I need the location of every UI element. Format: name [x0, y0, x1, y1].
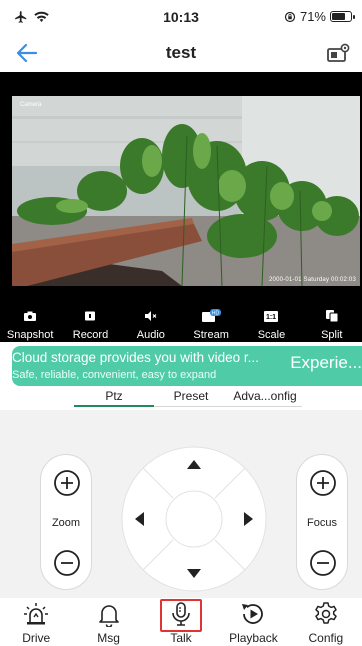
battery-icon [330, 11, 355, 22]
audio-label: Audio [136, 329, 165, 341]
stream-quality-icon: HD [202, 309, 222, 322]
zoom-label: Zoom [51, 517, 81, 529]
bottom-tab-msg[interactable]: Msg [72, 598, 144, 646]
bottom-nav: Drive Msg Talk Playback Config [0, 598, 362, 646]
split-screen-icon [325, 310, 338, 322]
battery-fill [332, 13, 345, 20]
camera-icon [24, 311, 37, 321]
stream-badge: HD [212, 311, 220, 317]
cloud-storage-banner[interactable]: Cloud storage provides you with video r.… [12, 346, 362, 386]
tab-ptz[interactable]: Ptz [74, 389, 154, 403]
zoom-control: Zoom [40, 454, 92, 590]
bottom-tab-playback-label: Playback [229, 631, 278, 645]
osd-timestamp: 2000-01-01 Saturday 00:02:03 [269, 277, 356, 283]
status-right: 71% [284, 9, 355, 24]
status-bar: 10:13 71% [0, 0, 362, 34]
camera-feed[interactable]: Camera 2000-01-01 Saturday 00:02:03 [12, 96, 360, 286]
video-toolbar: Snapshot Record Audio HD Stream 1:1 Scal… [0, 304, 362, 342]
snapshot-button[interactable]: Snapshot [0, 304, 60, 342]
zoom-out-button[interactable] [53, 549, 81, 577]
stream-label: Stream [193, 329, 229, 341]
bottom-tab-playback[interactable]: Playback [217, 598, 289, 646]
ptz-panel: Zoom Focus [0, 410, 362, 598]
alarm-light-icon [24, 603, 49, 625]
active-tab-indicator [74, 405, 154, 407]
bottom-tab-config-label: Config [308, 631, 344, 645]
zoom-in-button[interactable] [53, 469, 81, 497]
bottom-tab-talk-label: Talk [170, 631, 192, 645]
scale-button[interactable]: 1:1 Scale [241, 304, 301, 342]
rotation-lock-icon [284, 11, 296, 22]
camera-scene [12, 96, 360, 286]
audio-button[interactable]: Audio [121, 304, 181, 342]
cloud-banner-title: Cloud storage provides you with video r.… [12, 350, 259, 365]
ptz-center-button[interactable] [165, 490, 223, 548]
bottom-tab-config[interactable]: Config [290, 598, 362, 646]
ptz-direction-pad [121, 446, 267, 592]
talk-highlight-box [160, 599, 203, 632]
bottom-tab-drive-label: Drive [22, 631, 51, 645]
scale-icon: 1:1 [264, 310, 279, 322]
stream-button[interactable]: HD Stream [181, 304, 241, 342]
video-player[interactable]: Camera 2000-01-01 Saturday 00:02:03 [0, 72, 362, 304]
tab-divider [154, 406, 302, 407]
nav-bar: test [0, 34, 362, 72]
bottom-tab-msg-label: Msg [97, 631, 120, 645]
video-record-icon [85, 311, 96, 321]
control-tabs: Ptz Preset Adva...onfig [74, 389, 302, 409]
focus-label: Focus [307, 517, 337, 529]
cloud-experience-button[interactable]: Experie... [290, 353, 362, 373]
record-button[interactable]: Record [60, 304, 120, 342]
battery-percent: 71% [299, 9, 326, 24]
focus-out-button[interactable] [309, 549, 337, 577]
snapshot-label: Snapshot [6, 329, 54, 341]
bell-icon [98, 605, 119, 627]
scale-label: Scale [257, 329, 286, 341]
bottom-tab-talk[interactable]: Talk [145, 598, 217, 646]
record-label: Record [72, 329, 109, 341]
tab-preset[interactable]: Preset [154, 389, 228, 403]
focus-control: Focus [296, 454, 348, 590]
page-title: test [165, 43, 197, 62]
device-settings-icon[interactable] [326, 42, 350, 64]
gear-icon [315, 602, 337, 624]
tab-advanced-config[interactable]: Adva...onfig [228, 389, 302, 403]
bottom-tab-drive[interactable]: Drive [0, 598, 72, 646]
scale-badge: 1:1 [266, 314, 276, 321]
playback-icon [242, 604, 264, 624]
focus-in-button[interactable] [309, 469, 337, 497]
osd-camera-name: Camera [20, 102, 42, 108]
speaker-muted-icon [144, 311, 157, 321]
split-button[interactable]: Split [302, 304, 362, 342]
split-label: Split [321, 329, 343, 341]
cloud-banner-subtitle: Safe, reliable, convenient, easy to expa… [12, 369, 217, 381]
